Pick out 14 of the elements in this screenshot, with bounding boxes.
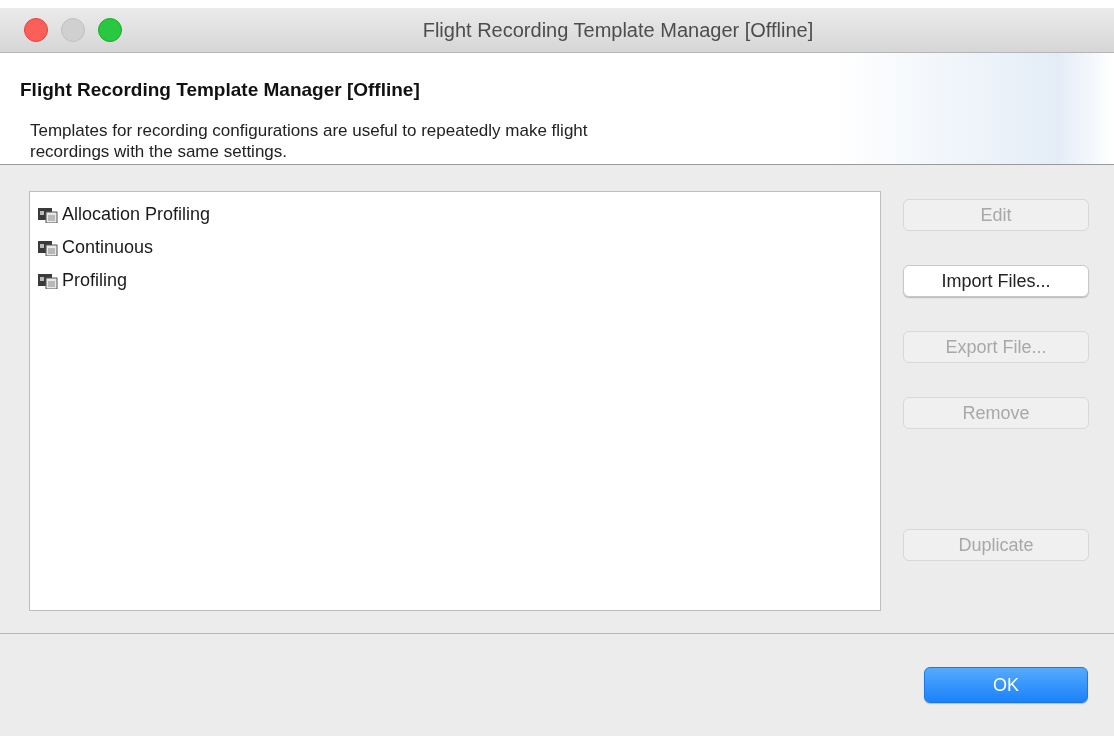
- template-item[interactable]: Continuous: [38, 231, 872, 264]
- template-item[interactable]: Profiling: [38, 264, 872, 297]
- close-icon[interactable]: [24, 18, 48, 42]
- dialog-title: Flight Recording Template Manager [Offline]: [20, 79, 421, 101]
- side-button[interactable]: Import Files...: [903, 265, 1089, 297]
- template-item[interactable]: Allocation Profiling: [38, 198, 872, 231]
- dialog-description: Templates for recording configurations are useful to repeatedly make flight recordings with the same settings.: [30, 120, 589, 162]
- window-title: Flight Recording Template Manager [Offline]: [421, 18, 815, 42]
- minimize-icon[interactable]: [61, 18, 85, 42]
- template-icon: [38, 239, 58, 256]
- zoom-icon[interactable]: [98, 18, 122, 42]
- ok-button[interactable]: OK: [924, 667, 1088, 703]
- template-icon: [38, 272, 58, 289]
- template-icon: [38, 206, 58, 223]
